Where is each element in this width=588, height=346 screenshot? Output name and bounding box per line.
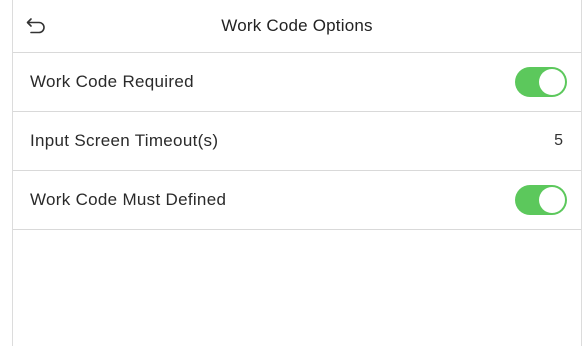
setting-label: Input Screen Timeout(s) bbox=[30, 131, 219, 150]
work-code-must-defined-toggle[interactable] bbox=[515, 185, 567, 215]
timeout-value: 5 bbox=[554, 132, 563, 149]
toggle-knob bbox=[539, 187, 565, 213]
work-code-required-toggle[interactable] bbox=[515, 67, 567, 97]
work-code-options-screen: Work Code Options Work Code Required Inp… bbox=[12, 0, 582, 346]
setting-label: Work Code Required bbox=[30, 72, 194, 91]
setting-row-work-code-required[interactable]: Work Code Required bbox=[13, 53, 581, 112]
toggle-knob bbox=[539, 69, 565, 95]
back-button[interactable] bbox=[23, 12, 51, 40]
setting-row-work-code-must-defined[interactable]: Work Code Must Defined bbox=[13, 171, 581, 230]
page-title: Work Code Options bbox=[221, 16, 373, 35]
header-bar: Work Code Options bbox=[13, 0, 581, 53]
back-arrow-icon bbox=[26, 18, 45, 34]
setting-label: Work Code Must Defined bbox=[30, 190, 227, 209]
setting-row-input-screen-timeout[interactable]: Input Screen Timeout(s) 5 bbox=[13, 112, 581, 171]
